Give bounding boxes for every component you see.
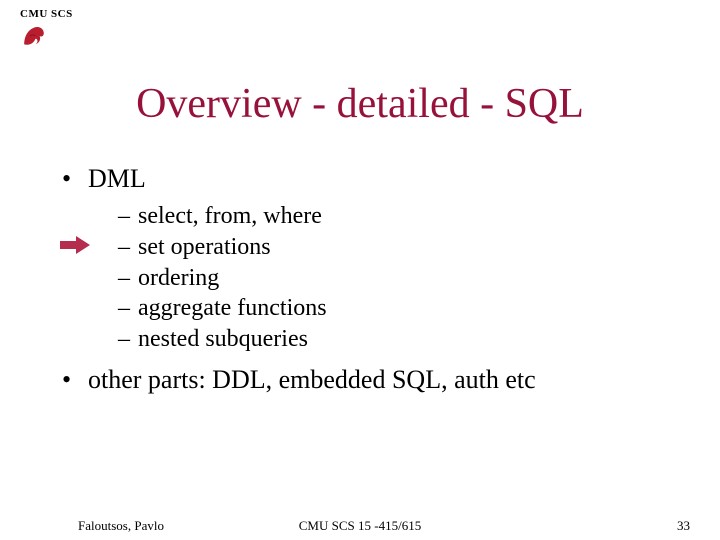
sub-item: – set operations (118, 232, 682, 263)
arrow-right-icon (60, 236, 90, 254)
bullet-text: other parts: DDL, embedded SQL, auth etc (88, 363, 536, 396)
sub-text: aggregate functions (138, 293, 327, 324)
header: CMU SCS (20, 8, 73, 50)
sub-item: – ordering (118, 263, 682, 294)
bullet-item: • DML (62, 162, 682, 195)
dash-icon: – (118, 201, 138, 232)
sub-text: nested subqueries (138, 324, 308, 355)
sub-list: – select, from, where – set operations –… (118, 201, 682, 355)
bullet-text: DML (88, 162, 146, 195)
header-label: CMU SCS (20, 8, 73, 20)
slide-title: Overview - detailed - SQL (0, 80, 720, 128)
sub-item: – aggregate functions (118, 293, 682, 324)
bullet-dot-icon: • (62, 162, 88, 195)
dash-icon: – (118, 263, 138, 294)
dash-icon: – (118, 232, 138, 263)
slide-content: • DML – select, from, where – set operat… (62, 162, 682, 402)
dash-icon: – (118, 324, 138, 355)
cmu-dragon-logo-icon (20, 22, 48, 50)
sub-text: select, from, where (138, 201, 322, 232)
footer-page-number: 33 (677, 518, 690, 534)
sub-item: – nested subqueries (118, 324, 682, 355)
sub-text: set operations (138, 232, 271, 263)
sub-item: – select, from, where (118, 201, 682, 232)
bullet-item: • other parts: DDL, embedded SQL, auth e… (62, 363, 682, 396)
footer-course: CMU SCS 15 -415/615 (0, 518, 720, 534)
bullet-dot-icon: • (62, 363, 88, 396)
sub-text: ordering (138, 263, 219, 294)
dash-icon: – (118, 293, 138, 324)
